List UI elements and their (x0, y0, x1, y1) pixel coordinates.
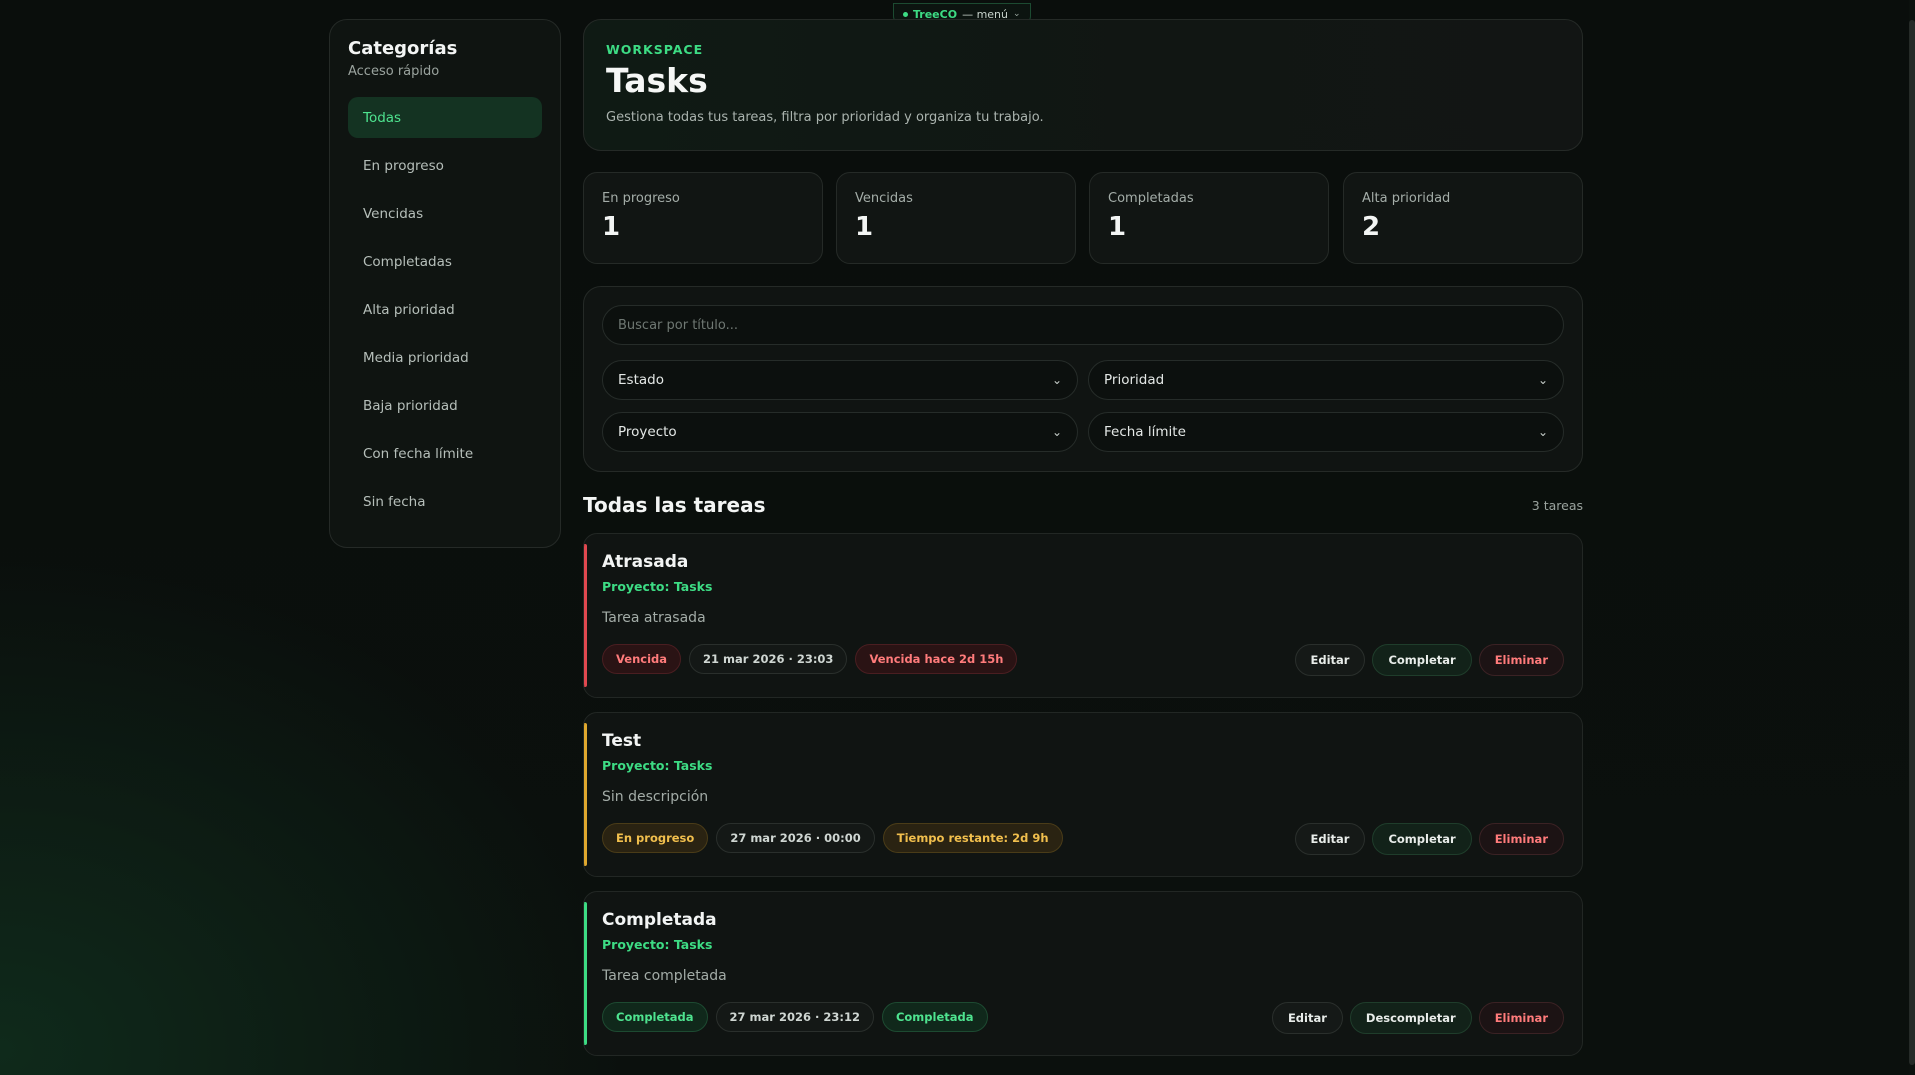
status-bar-in-progress (584, 723, 587, 866)
search-input[interactable] (602, 305, 1564, 345)
task-project: Proyecto: Tasks (602, 579, 713, 594)
sidebar-item-vencidas[interactable]: Vencidas (348, 193, 542, 234)
sidebar-item-completadas[interactable]: Completadas (348, 241, 542, 282)
stat-card-en-progreso: En progreso 1 (583, 172, 823, 264)
stat-label: En progreso (602, 191, 680, 206)
proyecto-select[interactable]: Proyecto ⌄ (602, 412, 1078, 452)
fecha-limite-select[interactable]: Fecha límite ⌄ (1088, 412, 1564, 452)
task-description: Tarea completada (602, 968, 727, 984)
scrollbar-thumb[interactable] (1909, 20, 1915, 1065)
time-info-badge: Tiempo restante: 2d 9h (882, 823, 1063, 853)
stat-label: Completadas (1108, 191, 1194, 206)
status-bar-overdue (584, 544, 587, 687)
prioridad-select-value: Prioridad (1104, 372, 1165, 388)
task-list-title: Todas las tareas (583, 493, 766, 517)
category-list: Todas En progreso Vencidas Completadas A… (348, 97, 542, 522)
status-badge: Completada (602, 1002, 708, 1032)
stat-value: 1 (1108, 212, 1127, 242)
task-actions: Editar Completar Eliminar (1294, 823, 1564, 855)
workspace-header: WORKSPACE Tasks Gestiona todas tus tarea… (583, 19, 1583, 151)
time-info-badge: Completada (881, 1002, 988, 1032)
task-card: Test Proyecto: Tasks Sin descripción En … (583, 712, 1583, 877)
task-title: Atrasada (602, 552, 689, 572)
stat-value: 1 (855, 212, 874, 242)
sidebar-item-con-fecha-limite[interactable]: Con fecha límite (348, 433, 542, 474)
edit-button[interactable]: Editar (1294, 644, 1366, 676)
sidebar-item-en-progreso[interactable]: En progreso (348, 145, 542, 186)
complete-button[interactable]: Completar (1372, 644, 1472, 676)
stat-label: Vencidas (855, 191, 913, 206)
stat-label: Alta prioridad (1362, 191, 1451, 206)
delete-button[interactable]: Eliminar (1478, 823, 1564, 855)
task-chips: Vencida 21 mar 2026 · 23:03 Vencida hace… (602, 644, 1018, 674)
task-title: Completada (602, 910, 717, 930)
delete-button[interactable]: Eliminar (1478, 644, 1564, 676)
chevron-down-icon: ⌄ (1051, 373, 1062, 387)
task-project: Proyecto: Tasks (602, 758, 713, 773)
task-project: Proyecto: Tasks (602, 937, 713, 952)
stat-value: 1 (602, 212, 621, 242)
time-info-badge: Vencida hace 2d 15h (855, 644, 1018, 674)
estado-select-value: Estado (618, 372, 664, 388)
page-description: Gestiona todas tus tareas, filtra por pr… (606, 110, 1044, 125)
page-scrollbar[interactable] (1909, 0, 1915, 1075)
task-description: Sin descripción (602, 789, 709, 805)
due-date-badge: 21 mar 2026 · 23:03 (689, 644, 848, 674)
status-bar-done (584, 902, 587, 1045)
stat-card-vencidas: Vencidas 1 (836, 172, 1076, 264)
estado-select[interactable]: Estado ⌄ (602, 360, 1078, 400)
chevron-down-icon: ⌄ (1013, 9, 1021, 19)
sidebar-item-alta-prioridad[interactable]: Alta prioridad (348, 289, 542, 330)
task-chips: Completada 27 mar 2026 · 23:12 Completad… (602, 1002, 988, 1032)
status-badge: En progreso (602, 823, 709, 853)
sidebar-item-media-prioridad[interactable]: Media prioridad (348, 337, 542, 378)
chevron-down-icon: ⌄ (1537, 425, 1548, 439)
task-title: Test (602, 731, 642, 751)
categories-sidebar: Categorías Acceso rápido Todas En progre… (329, 19, 561, 548)
sidebar-subtitle: Acceso rápido (348, 64, 440, 79)
task-chips: En progreso 27 mar 2026 · 00:00 Tiempo r… (602, 823, 1063, 853)
page-title: Tasks (606, 61, 708, 100)
sidebar-title: Categorías (348, 38, 458, 59)
task-description: Tarea atrasada (602, 610, 706, 626)
task-count: 3 tareas (1531, 498, 1583, 513)
edit-button[interactable]: Editar (1271, 1002, 1343, 1034)
edit-button[interactable]: Editar (1294, 823, 1366, 855)
chevron-down-icon: ⌄ (1537, 373, 1548, 387)
stat-value: 2 (1362, 212, 1381, 242)
task-actions: Editar Completar Eliminar (1294, 644, 1564, 676)
complete-button[interactable]: Completar (1372, 823, 1472, 855)
fecha-limite-select-value: Fecha límite (1104, 424, 1186, 440)
prioridad-select[interactable]: Prioridad ⌄ (1088, 360, 1564, 400)
stat-card-completadas: Completadas 1 (1089, 172, 1329, 264)
proyecto-select-value: Proyecto (618, 424, 677, 440)
delete-button[interactable]: Eliminar (1478, 1002, 1564, 1034)
status-dot-icon (903, 11, 908, 17)
task-actions: Editar Descompletar Eliminar (1271, 1002, 1564, 1034)
task-card: Atrasada Proyecto: Tasks Tarea atrasada … (583, 533, 1583, 698)
uncomplete-button[interactable]: Descompletar (1349, 1002, 1472, 1034)
chevron-down-icon: ⌄ (1051, 425, 1062, 439)
status-badge: Vencida (602, 644, 682, 674)
filters-panel: Estado ⌄ Prioridad ⌄ Proyecto ⌄ Fecha lí… (583, 286, 1583, 472)
sidebar-item-baja-prioridad[interactable]: Baja prioridad (348, 385, 542, 426)
due-date-badge: 27 mar 2026 · 00:00 (716, 823, 875, 853)
sidebar-item-todas[interactable]: Todas (348, 97, 542, 138)
due-date-badge: 27 mar 2026 · 23:12 (715, 1002, 874, 1032)
workspace-eyebrow: WORKSPACE (606, 42, 704, 57)
sidebar-item-sin-fecha[interactable]: Sin fecha (348, 481, 542, 522)
stat-card-alta-prioridad: Alta prioridad 2 (1343, 172, 1583, 264)
task-card: Completada Proyecto: Tasks Tarea complet… (583, 891, 1583, 1056)
